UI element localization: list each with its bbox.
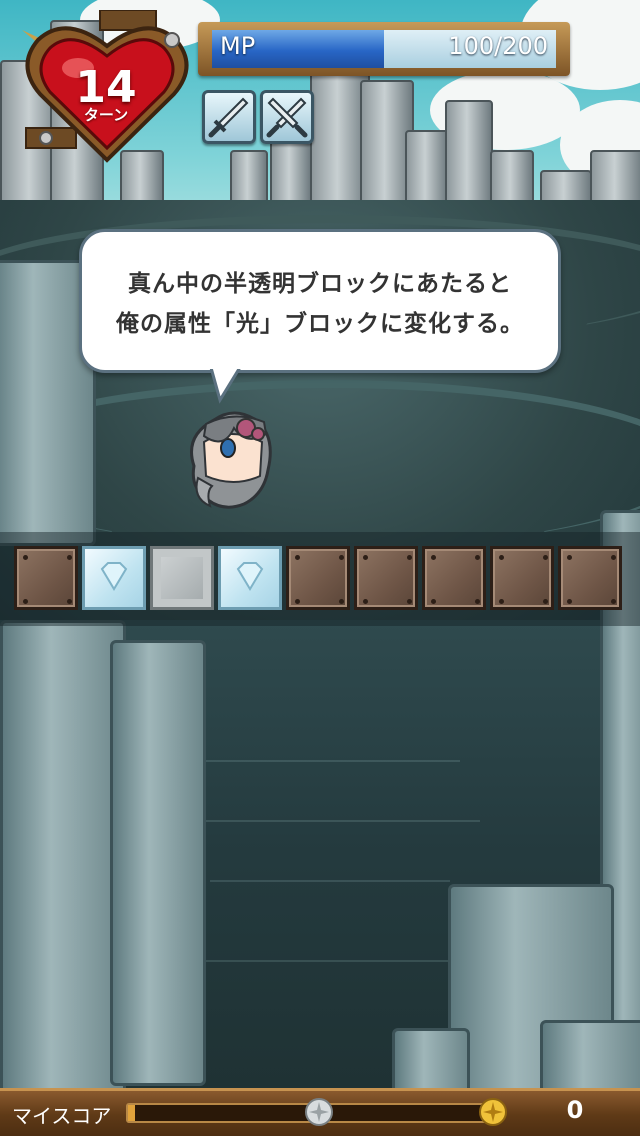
score-value: 0 bbox=[566, 1096, 584, 1124]
block-brown bbox=[286, 546, 350, 610]
silver-medal-icon bbox=[305, 1098, 333, 1126]
rock-pillar bbox=[392, 1028, 470, 1096]
player-character[interactable] bbox=[184, 406, 276, 510]
score-label: マイスコア bbox=[12, 1104, 112, 1128]
gold-medal-icon bbox=[479, 1098, 507, 1126]
speech-bubble: 真ん中の半透明ブロックにあたると 俺の属性「光」ブロックに変化する。 bbox=[79, 229, 561, 373]
crossed-swords-icon bbox=[266, 97, 308, 138]
mp-value: 100/200 bbox=[448, 32, 548, 60]
dialog-line: 真ん中の半透明ブロックにあたると bbox=[128, 271, 512, 297]
dialog-line: 俺の属性「光」ブロックに変化する。 bbox=[116, 311, 524, 337]
sword-icon bbox=[208, 97, 249, 138]
water-ripple bbox=[200, 760, 460, 762]
block-brown bbox=[422, 546, 486, 610]
water-ripple bbox=[190, 960, 460, 962]
rock-pillar bbox=[0, 620, 126, 1096]
water-ripple bbox=[180, 820, 480, 822]
block-ghost bbox=[150, 546, 214, 610]
block-ice bbox=[82, 546, 146, 610]
game-stage[interactable]: 真ん中の半透明ブロックにあたると 俺の属性「光」ブロックに変化する。 14 ター… bbox=[0, 0, 640, 1136]
block-brown bbox=[490, 546, 554, 610]
rock-pillar bbox=[110, 640, 206, 1086]
block-ice bbox=[218, 546, 282, 610]
rock-pillar bbox=[540, 1020, 640, 1096]
diamond-icon bbox=[236, 562, 264, 591]
turn-label: ターン bbox=[83, 106, 129, 124]
block-brown bbox=[14, 546, 78, 610]
block-brown bbox=[558, 546, 622, 610]
arena-rim bbox=[0, 380, 640, 548]
score-progress-fill bbox=[128, 1105, 136, 1121]
speech-bubble-tail bbox=[208, 364, 248, 404]
sword-button[interactable] bbox=[202, 90, 256, 144]
diamond-icon bbox=[100, 562, 128, 591]
mp-label: MP bbox=[220, 32, 256, 60]
crossed-swords-button[interactable] bbox=[260, 90, 314, 144]
water-ripple bbox=[210, 880, 450, 882]
block-brown bbox=[354, 546, 418, 610]
